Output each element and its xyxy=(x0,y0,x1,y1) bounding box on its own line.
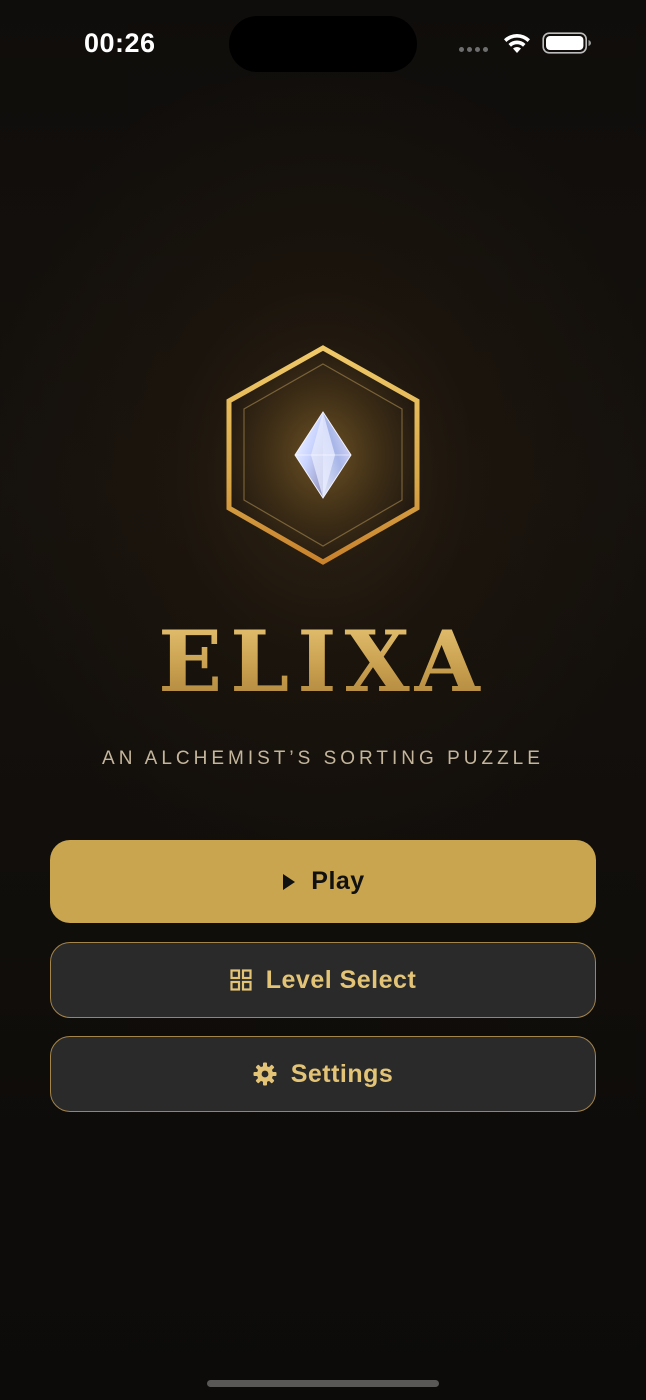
settings-button[interactable]: Settings xyxy=(50,1036,596,1112)
grid-icon xyxy=(230,969,252,991)
main-menu-screen: 00:26 ELIXA AN ALCHEMIST’S SORTING PUZZL… xyxy=(0,0,646,1400)
signal-dots-icon xyxy=(459,47,488,52)
home-indicator[interactable] xyxy=(207,1380,439,1387)
level-select-button-label: Level Select xyxy=(265,965,417,994)
dynamic-island xyxy=(229,16,417,72)
gear-icon xyxy=(253,1062,277,1086)
game-title: ELIXA xyxy=(0,612,646,711)
battery-icon xyxy=(542,32,591,54)
level-select-button[interactable]: Level Select xyxy=(50,942,596,1018)
play-button[interactable]: Play xyxy=(50,840,596,923)
game-subtitle: AN ALCHEMIST’S SORTING PUZZLE xyxy=(102,748,544,769)
play-button-label: Play xyxy=(311,867,365,895)
crystal-hexagon-icon xyxy=(226,345,420,565)
wifi-icon xyxy=(504,33,530,53)
status-time: 00:26 xyxy=(84,28,156,58)
settings-button-label: Settings xyxy=(290,1059,394,1088)
play-icon xyxy=(283,873,296,890)
